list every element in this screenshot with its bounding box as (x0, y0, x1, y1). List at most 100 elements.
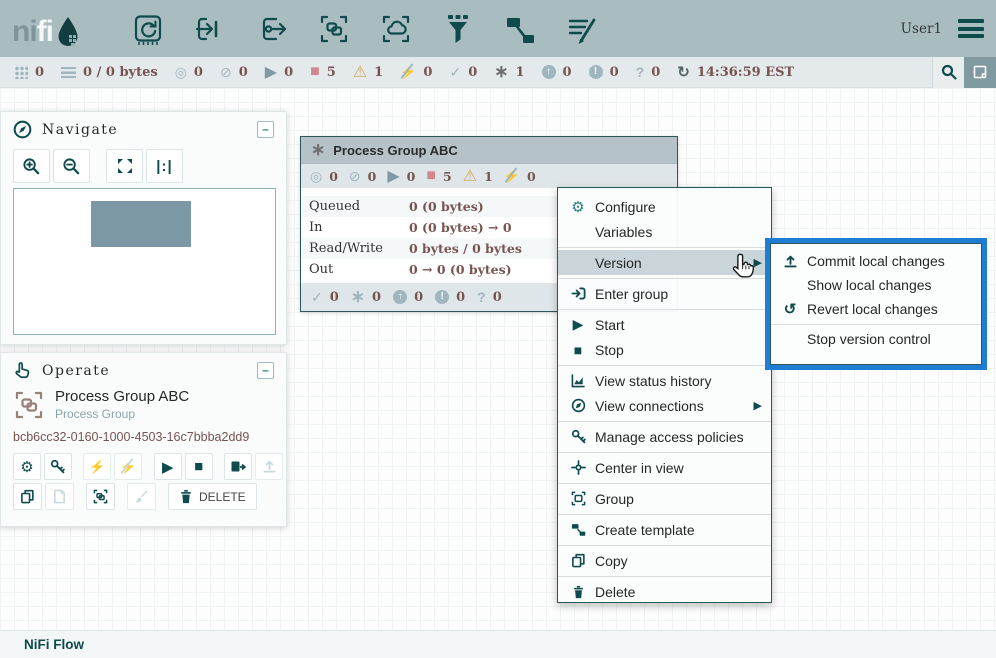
menu-item-view-status-history[interactable]: View status history (558, 368, 771, 393)
menu-item-view-connections[interactable]: View connections▶ (558, 393, 771, 418)
running-stat: ▶0 (265, 62, 293, 82)
running-icon: ▶ (265, 62, 277, 82)
asterisk-icon: ∗ (351, 287, 365, 307)
process-group-header[interactable]: ∗ Process Group ABC (301, 137, 677, 164)
operate-panel-header[interactable]: Operate – (1, 353, 286, 386)
component-toolbar (130, 0, 600, 57)
template-icon[interactable] (502, 11, 538, 47)
disabled-bolt-icon: ⚡ (400, 64, 416, 80)
check-icon: ✓ (311, 289, 323, 306)
submenu-item-commit-local-changes[interactable]: Commit local changes (771, 249, 981, 273)
queued-stat: 0 / 0 bytes (61, 65, 158, 80)
invalid-stat: ⚠1 (353, 62, 383, 82)
menu-item-version[interactable]: Version▶ (558, 250, 771, 275)
menu-separator (558, 247, 771, 248)
menu-item-group[interactable]: Group (558, 486, 771, 511)
copy-icon (570, 553, 586, 568)
menu-item-stop[interactable]: ■Stop (558, 337, 771, 362)
menu-item-enter-group[interactable]: Enter group (558, 281, 771, 306)
not-transmitting-icon: ⊘ (349, 168, 361, 185)
configuration-button[interactable]: ⚙ (13, 453, 41, 480)
collapse-operate-button[interactable]: – (257, 362, 274, 379)
zoom-out-button[interactable] (53, 149, 90, 183)
paste-page-icon (52, 489, 67, 504)
label-icon[interactable] (564, 11, 600, 47)
output-port-icon[interactable] (254, 11, 290, 47)
input-port-icon[interactable] (192, 11, 228, 47)
remote-process-group-icon[interactable] (378, 11, 414, 47)
color-button[interactable] (127, 483, 156, 510)
breadcrumb-nifi-flow[interactable]: NiFi Flow (24, 637, 84, 652)
processor-icon[interactable] (130, 11, 166, 47)
template-icon (570, 522, 586, 537)
menu-item-start[interactable]: ▶Start (558, 312, 771, 337)
upload-template-button[interactable] (255, 453, 283, 480)
process-group-icon[interactable] (316, 11, 352, 47)
operate-panel: Operate – Process Group ABC Process Grou… (0, 352, 287, 527)
menu-separator (558, 483, 771, 484)
menu-item-center-in-view[interactable]: Center in view (558, 455, 771, 480)
menu-separator (558, 452, 771, 453)
last-refresh-time: 14:36:59 EST (697, 65, 794, 80)
zoom-fit-button[interactable] (106, 149, 143, 183)
nifi-drop-icon (55, 15, 81, 49)
gear-icon: ⚙ (20, 458, 33, 476)
menu-separator (558, 278, 771, 279)
transmitting-stat: ◎0 (175, 64, 203, 81)
submenu-item-revert-local-changes[interactable]: ↺Revert local changes (771, 297, 981, 321)
selected-component-type: Process Group (55, 407, 189, 421)
access-policies-button[interactable] (44, 453, 72, 480)
nifi-logo: nifi (12, 9, 81, 49)
paintbrush-icon (134, 489, 149, 504)
stale-arrow-icon: ↑ (542, 65, 556, 79)
submenu-highlight-frame: Commit local changes Show local changes … (765, 238, 987, 370)
menu-item-delete[interactable]: Delete (558, 579, 771, 604)
zoom-actual-button[interactable]: |:| (146, 149, 183, 183)
minimap-component-rect[interactable] (91, 201, 191, 247)
copy-button[interactable] (13, 483, 42, 510)
submenu-item-stop-version-control[interactable]: Stop version control (771, 327, 981, 351)
running-icon: ▶ (387, 166, 399, 186)
collapse-navigate-button[interactable]: – (257, 121, 274, 138)
menu-item-manage-access-policies[interactable]: Manage access policies (558, 424, 771, 449)
funnel-icon[interactable] (440, 11, 476, 47)
stop-button[interactable]: ■ (185, 453, 213, 480)
current-user-label: User1 (901, 21, 942, 37)
refresh-icon[interactable]: ↻ (677, 63, 690, 81)
global-menu-icon[interactable] (958, 16, 984, 42)
search-button[interactable] (932, 57, 964, 88)
enable-button[interactable]: ⚡ (83, 453, 111, 480)
menu-item-variables[interactable]: Variables (558, 219, 771, 244)
chart-icon (570, 373, 586, 388)
lightning-off-icon: ⚡ (120, 459, 136, 475)
template-export-icon (230, 459, 246, 475)
save-template-button[interactable] (224, 453, 252, 480)
paste-button[interactable] (45, 483, 74, 510)
menu-separator (558, 309, 771, 310)
flow-canvas[interactable]: ∗ Process Group ABC ◎0 ⊘0 ▶0 ■5 ⚠1 ⚡0 Qu… (0, 88, 996, 630)
menu-separator (558, 421, 771, 422)
selected-component-id: bcb6cc32-0160-1000-4503-16c7bbba2dd9 (1, 421, 286, 450)
delete-button[interactable]: DELETE (168, 483, 257, 510)
navigate-panel: Navigate – |:| (0, 111, 287, 345)
logo-text-fi: fi (37, 15, 53, 49)
disable-button[interactable]: ⚡ (114, 453, 142, 480)
start-button[interactable]: ▶ (154, 453, 182, 480)
upload-icon (782, 254, 798, 269)
birdseye-minimap[interactable] (13, 188, 276, 335)
menu-item-create-template[interactable]: Create template (558, 517, 771, 542)
menu-item-copy[interactable]: Copy (558, 548, 771, 573)
menu-item-configure[interactable]: ⚙Configure (558, 194, 771, 219)
zoom-in-button[interactable] (13, 149, 50, 183)
submenu-caret-icon: ▶ (754, 399, 762, 412)
gear-icon: ⚙ (570, 198, 586, 216)
stale-arrow-icon: ↑ (393, 290, 407, 304)
group-button[interactable] (86, 483, 115, 510)
navigate-panel-header[interactable]: Navigate – (1, 112, 286, 145)
search-icon (941, 64, 957, 80)
trash-icon (570, 585, 586, 599)
disabled-stat: ⚡0 (400, 64, 432, 80)
breadcrumb-bar: NiFi Flow (0, 630, 996, 658)
settings-drawer-button[interactable] (964, 57, 996, 88)
submenu-item-show-local-changes[interactable]: Show local changes (771, 273, 981, 297)
